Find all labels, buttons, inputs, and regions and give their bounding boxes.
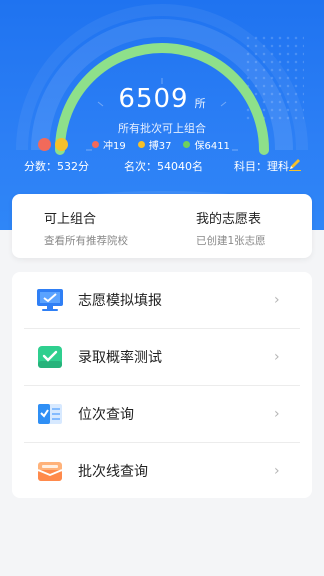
tier-dot <box>137 140 145 148</box>
envelope-icon <box>37 462 63 481</box>
tier-label: 搏37 <box>148 140 172 152</box>
school-count-value: 6509 <box>118 84 189 114</box>
available-combos-title: 可上组合 <box>44 212 97 227</box>
chevron-right-icon: › <box>274 292 280 308</box>
menu-item-batch-line-query[interactable]: 批次线查询 › <box>12 443 312 499</box>
tier-label: 保6411 <box>194 140 230 152</box>
gauge-caption: 所有批次可上组合 <box>118 122 206 135</box>
score-stats: 分数：532分 名次：54040名 科目：理科 <box>24 158 304 174</box>
list-check-icon <box>38 404 62 424</box>
chevron-right-icon: › <box>274 406 280 422</box>
school-count-unit: 所 <box>194 97 206 110</box>
menu-item-admission-probability[interactable]: 录取概率测试 › <box>12 329 312 385</box>
score-text: 分数：532分 <box>24 160 89 173</box>
available-combos-desc: 查看所有推荐院校 <box>44 235 128 247</box>
available-combos-entry[interactable]: 可上组合 查看所有推荐院校 <box>44 208 128 248</box>
summary-card: 可上组合 查看所有推荐院校 我的志愿表 已创建1张志愿 <box>12 194 312 258</box>
tier-dot <box>92 140 99 148</box>
yellow-dot <box>55 138 68 151</box>
menu-item-simulate-fill[interactable]: 志愿模拟填报 › <box>12 272 312 328</box>
monitor-icon <box>37 289 63 311</box>
red-dot <box>38 138 51 151</box>
tier-legend: 冲19 搏37 保6411 <box>92 137 242 152</box>
subject-text[interactable]: 科目：理科 <box>234 158 289 174</box>
tier-bao: 保6411 <box>183 137 230 152</box>
chevron-right-icon: › <box>274 349 280 365</box>
chevron-right-icon: › <box>274 463 280 479</box>
tier-dot <box>183 140 191 148</box>
my-volunteer-table-title: 我的志愿表 <box>196 212 262 227</box>
tier-label: 冲19 <box>103 140 126 152</box>
school-count: 6509 所 <box>0 84 324 114</box>
legend-dots <box>38 138 72 151</box>
menu-item-label: 志愿模拟填报 <box>78 293 162 309</box>
feature-menu: 志愿模拟填报 › 录取概率测试 › 位次查询 › 批次线查询 › <box>12 272 312 498</box>
menu-item-label: 录取概率测试 <box>78 350 162 366</box>
tier-bo: 搏37 <box>137 137 172 152</box>
my-volunteer-table-entry[interactable]: 我的志愿表 已创建1张志愿 <box>196 208 266 248</box>
tier-chong: 冲19 <box>92 137 126 152</box>
menu-item-rank-query[interactable]: 位次查询 › <box>12 386 312 442</box>
edit-pencil-icon[interactable] <box>288 157 302 171</box>
menu-item-label: 位次查询 <box>78 407 134 423</box>
menu-item-label: 批次线查询 <box>78 464 148 480</box>
rank-text: 名次：54040名 <box>124 160 203 173</box>
my-volunteer-table-desc: 已创建1张志愿 <box>196 235 266 247</box>
check-icon <box>38 346 62 368</box>
